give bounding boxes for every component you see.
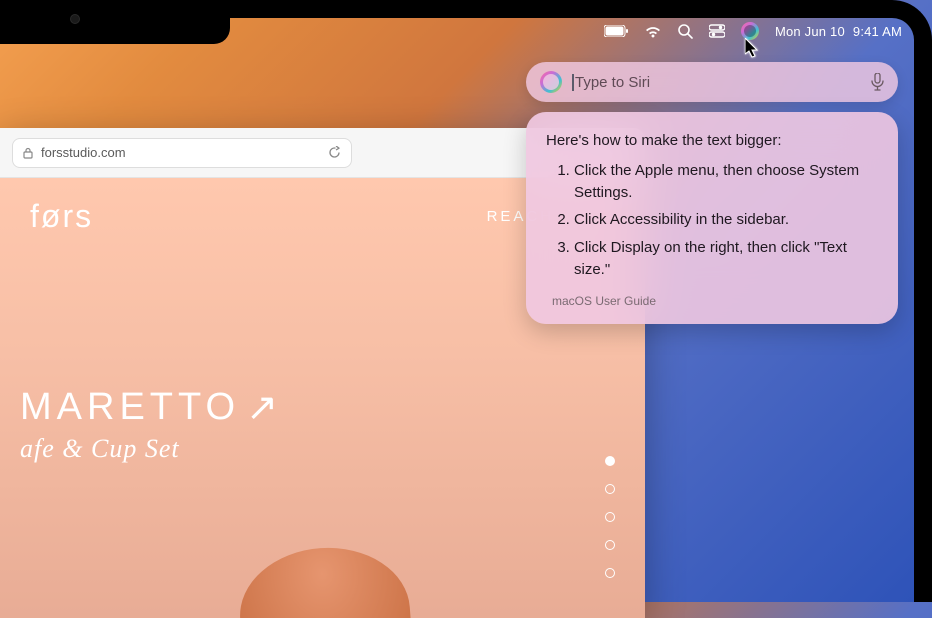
siri-source-link[interactable]: macOS User Guide [546, 293, 878, 310]
control-center-icon[interactable] [709, 23, 725, 39]
address-url: forsstudio.com [41, 145, 320, 160]
address-bar[interactable]: forsstudio.com [12, 138, 352, 168]
page-dot[interactable] [605, 568, 615, 578]
battery-icon[interactable] [604, 23, 628, 39]
siri-text-input[interactable]: Type to Siri [572, 74, 861, 91]
page-dot[interactable] [605, 484, 615, 494]
hero-subtitle: afe & Cup Set [20, 434, 625, 464]
mouse-cursor [745, 38, 761, 58]
siri-step: Click Accessibility in the sidebar. [574, 209, 878, 231]
siri-step: Click Display on the right, then click "… [574, 237, 878, 281]
siri-menubar-icon[interactable] [741, 23, 759, 39]
page-dot[interactable] [605, 540, 615, 550]
microphone-icon[interactable] [871, 73, 884, 91]
page-indicator[interactable] [605, 456, 615, 578]
menubar-date[interactable]: Mon Jun 10 [775, 24, 845, 39]
reload-icon[interactable] [328, 146, 341, 159]
menubar-time[interactable]: 9:41 AM [853, 24, 902, 39]
arrow-upright-icon: ↗ [246, 385, 283, 430]
siri-icon [540, 71, 562, 93]
page-dot[interactable] [605, 456, 615, 466]
lock-icon [23, 147, 33, 159]
wifi-icon[interactable] [644, 23, 662, 39]
siri-steps-list: Click the Apple menu, then choose System… [546, 160, 878, 281]
siri-response-card: Here's how to make the text bigger: Clic… [526, 112, 898, 324]
siri-input-bar[interactable]: Type to Siri [526, 62, 898, 102]
siri-step: Click the Apple menu, then choose System… [574, 160, 878, 204]
menubar: Mon Jun 10 9:41 AM [230, 18, 914, 44]
siri-response-heading: Here's how to make the text bigger: [546, 130, 878, 152]
siri-source-label: macOS User Guide [552, 293, 656, 310]
spotlight-icon[interactable] [678, 23, 693, 39]
site-logo[interactable]: førs [30, 198, 93, 235]
product-image [236, 542, 415, 618]
hero-title: MARETTO ↗ [20, 385, 625, 430]
page-dot[interactable] [605, 512, 615, 522]
